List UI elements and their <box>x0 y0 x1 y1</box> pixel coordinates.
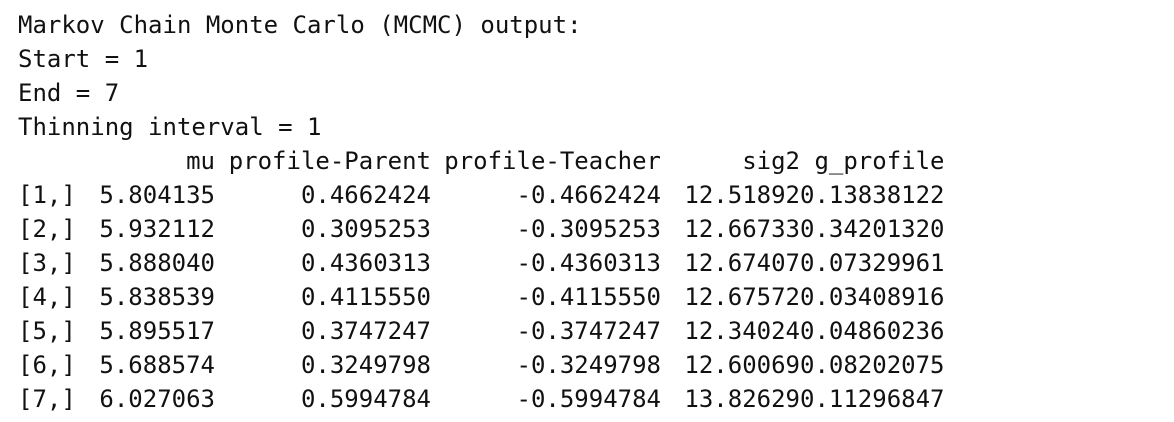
cell-profile-parent: 0.4115550 <box>300 283 431 311</box>
cell-mu: 5.932112 <box>99 215 215 243</box>
cell-profile-teacher: -0.5994784 <box>516 385 662 413</box>
table-row: [5,] 5.895517 0.3747247 -0.3747247 12.34… <box>18 314 945 348</box>
cell-profile-parent: 0.3095253 <box>300 215 431 243</box>
header-profile-teacher: profile-Teacher <box>444 147 661 175</box>
cell-profile-teacher: -0.3249798 <box>516 351 662 379</box>
cell-g-profile: 0.13838122 <box>800 181 945 209</box>
mcmc-title-line: Markov Chain Monte Carlo (MCMC) output: <box>18 11 582 39</box>
cell-g-profile: 0.03408916 <box>800 283 945 311</box>
cell-mu: 5.895517 <box>99 317 215 345</box>
row-label: [3,] <box>18 249 76 277</box>
start-line: Start = 1 <box>18 45 149 73</box>
row-label: [6,] <box>18 351 76 379</box>
cell-sig2: 12.34024 <box>684 317 800 345</box>
row-label: [5,] <box>18 317 76 345</box>
header-mu: mu <box>186 147 215 175</box>
cell-g-profile: 0.08202075 <box>800 351 945 379</box>
header-sig2: sig2 <box>742 147 800 175</box>
cell-sig2: 13.82629 <box>684 385 800 413</box>
cell-g-profile: 0.07329961 <box>800 249 945 277</box>
cell-mu: 5.838539 <box>99 283 215 311</box>
cell-mu: 6.027063 <box>99 385 215 413</box>
table-row: [7,] 6.027063 0.5994784 -0.5994784 13.82… <box>18 382 945 416</box>
cell-mu: 5.804135 <box>99 181 215 209</box>
table-row: [3,] 5.888040 0.4360313 -0.4360313 12.67… <box>18 246 945 280</box>
cell-profile-parent: 0.4360313 <box>300 249 431 277</box>
cell-profile-teacher: -0.3747247 <box>516 317 662 345</box>
cell-mu: 5.888040 <box>99 249 215 277</box>
thinning-line: Thinning interval = 1 <box>18 113 322 141</box>
cell-sig2: 12.60069 <box>684 351 800 379</box>
table-row: [4,] 5.838539 0.4115550 -0.4115550 12.67… <box>18 280 945 314</box>
table-header-row: mu profile-Parent profile-Teacher sig2 g… <box>18 144 945 178</box>
row-label: [2,] <box>18 215 76 243</box>
cell-profile-teacher: -0.4360313 <box>516 249 662 277</box>
table-row: [6,] 5.688574 0.3249798 -0.3249798 12.60… <box>18 348 945 382</box>
cell-profile-parent: 0.4662424 <box>300 181 431 209</box>
cell-profile-parent: 0.3747247 <box>300 317 431 345</box>
table-row: [1,] 5.804135 0.4662424 -0.4662424 12.51… <box>18 178 945 212</box>
console-output: Markov Chain Monte Carlo (MCMC) output: … <box>0 0 1174 422</box>
cell-sig2: 12.66733 <box>684 215 800 243</box>
cell-mu: 5.688574 <box>99 351 215 379</box>
cell-sig2: 12.67572 <box>684 283 800 311</box>
cell-profile-teacher: -0.3095253 <box>516 215 662 243</box>
cell-profile-teacher: -0.4115550 <box>516 283 662 311</box>
cell-profile-teacher: -0.4662424 <box>516 181 662 209</box>
header-profile-parent: profile-Parent <box>228 147 431 175</box>
cell-sig2: 12.51892 <box>684 181 800 209</box>
row-label: [4,] <box>18 283 76 311</box>
cell-profile-parent: 0.3249798 <box>300 351 431 379</box>
row-label: [1,] <box>18 181 76 209</box>
header-g-profile: g_profile <box>814 147 945 175</box>
cell-profile-parent: 0.5994784 <box>300 385 431 413</box>
mcmc-table: mu profile-Parent profile-Teacher sig2 g… <box>18 144 945 416</box>
cell-g-profile: 0.04860236 <box>800 317 945 345</box>
cell-sig2: 12.67407 <box>684 249 800 277</box>
table-row: [2,] 5.932112 0.3095253 -0.3095253 12.66… <box>18 212 945 246</box>
end-line: End = 7 <box>18 79 120 107</box>
header-corner <box>18 144 90 178</box>
cell-g-profile: 0.34201320 <box>800 215 945 243</box>
row-label: [7,] <box>18 385 76 413</box>
cell-g-profile: 0.11296847 <box>800 385 945 413</box>
